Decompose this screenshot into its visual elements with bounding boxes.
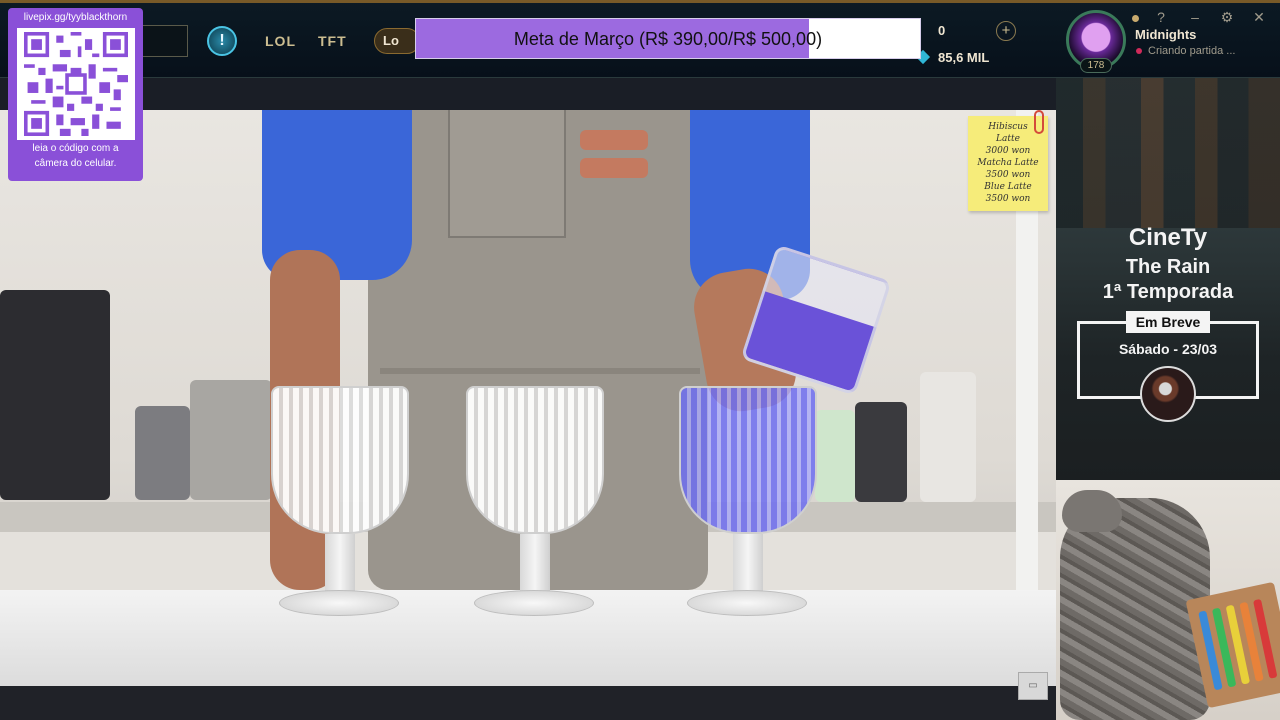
bin: [190, 380, 272, 500]
goal-label: Meta de Março (R$ 390,00/R$ 500,00): [513, 29, 823, 49]
promo-date: Sábado - 23/03: [1118, 341, 1218, 357]
profile-level-badge: 178: [1080, 58, 1112, 73]
glass-2: [466, 386, 604, 534]
glass-1-foot: [279, 590, 399, 616]
apron-tie: [380, 368, 700, 374]
settings-gear-icon[interactable]: ⚙: [1218, 8, 1236, 26]
glass-1-stem: [325, 534, 355, 594]
player-corner-button[interactable]: ▭: [1018, 672, 1048, 700]
status-dot-icon: [1136, 48, 1142, 54]
top-accent-line: [0, 0, 1280, 3]
grinder: [135, 406, 190, 500]
info-icon[interactable]: !: [207, 26, 237, 56]
qr-code-icon: [16, 28, 135, 140]
blue-essence-value: 85,6 MIL: [938, 50, 990, 65]
loot-button[interactable]: Lo: [374, 28, 420, 54]
qr-donation-card: livepix.gg/tyyblackthorn leia o código c…: [8, 8, 143, 181]
promo-soon-tag: Em Breve: [1126, 311, 1210, 333]
play-button-frame[interactable]: [140, 25, 188, 57]
promo-cast-image: [1056, 78, 1280, 228]
qr-url: livepix.gg/tyyblackthorn: [23, 12, 128, 23]
glass-3-blue: [679, 386, 817, 534]
green-jar: [815, 410, 855, 502]
profile-username[interactable]: Midnights: [1135, 27, 1196, 42]
riot-points-value: 0: [938, 23, 946, 38]
glass-2-foot: [474, 590, 594, 616]
note-line: 3500 won: [985, 194, 1031, 204]
paper-clip-icon: [1034, 110, 1044, 134]
streamer-avatar: [1140, 366, 1196, 422]
note-line: Latte: [996, 134, 1020, 144]
promo-season: 1ª Temporada: [1102, 281, 1234, 303]
promo-brand: CineTy: [1128, 224, 1208, 251]
nav-lol-tab[interactable]: LOL: [265, 33, 296, 49]
glass-3-foot: [687, 590, 807, 616]
kettle: [855, 402, 907, 502]
minimize-icon[interactable]: ‒: [1186, 8, 1204, 26]
note-line: 3500 won: [985, 170, 1031, 180]
apron-strap-bottom: [580, 158, 648, 178]
glass-3-stem: [733, 534, 763, 594]
stage-bottom-strip: [0, 686, 1056, 720]
qr-caption-line2: câmera do celular.: [34, 158, 117, 169]
apron-strap-top: [580, 130, 648, 150]
coffee-machine: [0, 290, 110, 500]
cat-camera-feed: [1056, 480, 1280, 720]
donation-goal-bar: Meta de Março (R$ 390,00/R$ 500,00): [415, 18, 921, 59]
note-line: Blue Latte: [984, 182, 1032, 192]
blender: [920, 372, 976, 502]
apron-pocket: [448, 110, 566, 238]
stream-video: [0, 110, 1056, 686]
stage-top-strip: [0, 78, 1056, 110]
nav-tft-tab[interactable]: TFT: [318, 33, 347, 49]
glass-2-stem: [520, 534, 550, 594]
buy-rp-button[interactable]: +: [996, 21, 1016, 41]
promo-show-title: The Rain: [1125, 256, 1211, 278]
close-icon[interactable]: ✕: [1250, 8, 1268, 26]
note-line: 3000 won: [985, 146, 1031, 156]
qr-caption-line1: leia o código com a: [32, 143, 119, 154]
notification-dot: [1132, 15, 1139, 22]
cat-head: [1062, 490, 1122, 532]
glass-1: [271, 386, 409, 534]
profile-status-text: Criando partida ...: [1148, 45, 1236, 57]
note-line: Matcha Latte: [977, 158, 1039, 168]
help-icon[interactable]: ?: [1152, 8, 1170, 26]
